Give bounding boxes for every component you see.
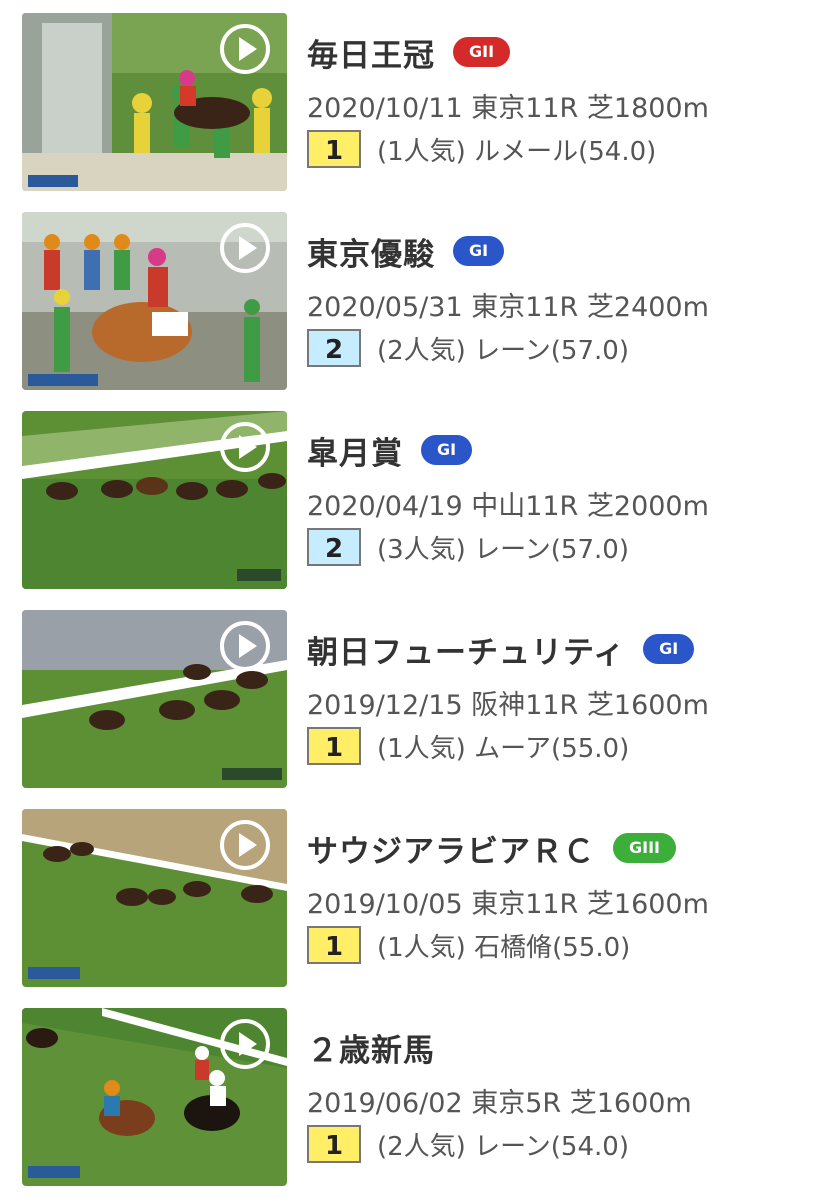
play-icon[interactable] [219,819,271,871]
race-result: 1 (1人気) ルメール(54.0) [307,130,656,172]
grade-badge: GIII [613,832,676,863]
race-meta: 2019/06/02 東京5R 芝1600m [307,1088,692,1119]
race-result: 2 (3人気) レーン(57.0) [307,528,629,570]
video-thumbnail[interactable] [22,1008,287,1186]
race-result: 1 (1人気) ムーア(55.0) [307,727,629,769]
finish-position-badge: 2 [307,528,361,566]
grade-badge: GII [453,36,511,67]
race-result: 2 (2人気) レーン(57.0) [307,329,629,371]
race-result: 1 (2人気) レーン(54.0) [307,1125,629,1167]
result-text: (3人気) レーン(57.0) [377,534,629,565]
race-meta: 2019/12/15 阪神11R 芝1600m [307,690,709,721]
race-title[interactable]: 毎日王冠 GII [307,30,511,75]
result-text: (1人気) 石橋脩(55.0) [377,932,631,963]
video-thumbnail[interactable] [22,809,287,987]
result-text: (2人気) レーン(54.0) [377,1131,629,1162]
play-icon[interactable] [219,1018,271,1070]
race-row[interactable]: 毎日王冠 GII 2020/10/11 東京11R 芝1800m 1 (1人気) ル… [0,0,834,191]
race-row[interactable]: ２歳新馬 2019/06/02 東京5R 芝1600m 1 (2人気) レーン(5… [0,995,834,1186]
grade-badge: GI [453,235,505,266]
race-title[interactable]: 朝日フューチュリティ GI [307,627,695,672]
race-meta: 2020/04/19 中山11R 芝2000m [307,491,709,522]
grade-badge: GI [643,633,695,664]
play-icon[interactable] [219,421,271,473]
finish-position-badge: 1 [307,1125,361,1163]
play-icon[interactable] [219,23,271,75]
race-meta: 2020/05/31 東京11R 芝2400m [307,292,709,323]
race-meta: 2020/10/11 東京11R 芝1800m [307,93,709,124]
finish-position-badge: 1 [307,926,361,964]
race-result: 1 (1人気) 石橋脩(55.0) [307,926,630,968]
race-title[interactable]: ２歳新馬 [307,1025,435,1070]
finish-position-badge: 2 [307,329,361,367]
result-text: (2人気) レーン(57.0) [377,335,629,366]
play-icon[interactable] [219,222,271,274]
finish-position-badge: 1 [307,727,361,765]
result-text: (1人気) ムーア(55.0) [377,733,630,764]
race-title[interactable]: 東京優駿 GI [307,229,505,274]
race-meta: 2019/10/05 東京11R 芝1600m [307,889,709,920]
race-row[interactable]: 皐月賞 GI 2020/04/19 中山11R 芝2000m 2 (3人気) レーン… [0,398,834,589]
race-row[interactable]: サウジアラビアＲＣ GIII 2019/10/05 東京11R 芝1600m 1 (… [0,796,834,987]
race-title[interactable]: サウジアラビアＲＣ GIII [307,826,676,871]
race-history-list: 毎日王冠 GII 2020/10/11 東京11R 芝1800m 1 (1人気) ル… [0,0,834,1200]
race-row[interactable]: 朝日フューチュリティ GI 2019/12/15 阪神11R 芝1600m 1 (1… [0,597,834,788]
video-thumbnail[interactable] [22,13,287,191]
race-row[interactable]: 東京優駿 GI 2020/05/31 東京11R 芝2400m 2 (2人気) レー… [0,199,834,390]
race-title[interactable]: 皐月賞 GI [307,428,473,473]
finish-position-badge: 1 [307,130,361,168]
play-icon[interactable] [219,620,271,672]
video-thumbnail[interactable] [22,212,287,390]
video-thumbnail[interactable] [22,411,287,589]
grade-badge: GI [421,434,473,465]
video-thumbnail[interactable] [22,610,287,788]
result-text: (1人気) ルメール(54.0) [377,136,657,167]
